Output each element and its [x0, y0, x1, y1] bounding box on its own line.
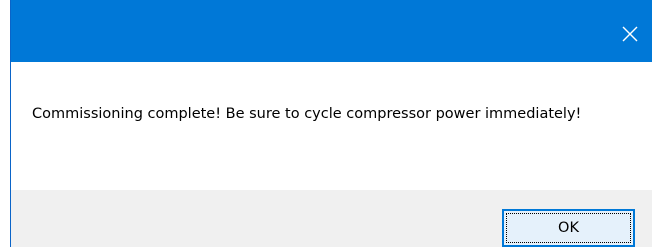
dialog-content: Commissioning complete! Be sure to cycle…	[11, 62, 652, 190]
dialog-message: Commissioning complete! Be sure to cycle…	[32, 106, 582, 122]
close-icon	[622, 26, 638, 42]
close-button[interactable]	[607, 13, 652, 55]
ok-button-label: OK	[506, 213, 631, 243]
message-dialog: Commissioning complete! Be sure to cycle…	[10, 0, 652, 247]
dialog-footer: OK	[11, 190, 652, 247]
dialog-titlebar	[11, 0, 652, 62]
ok-button[interactable]: OK	[502, 209, 635, 247]
